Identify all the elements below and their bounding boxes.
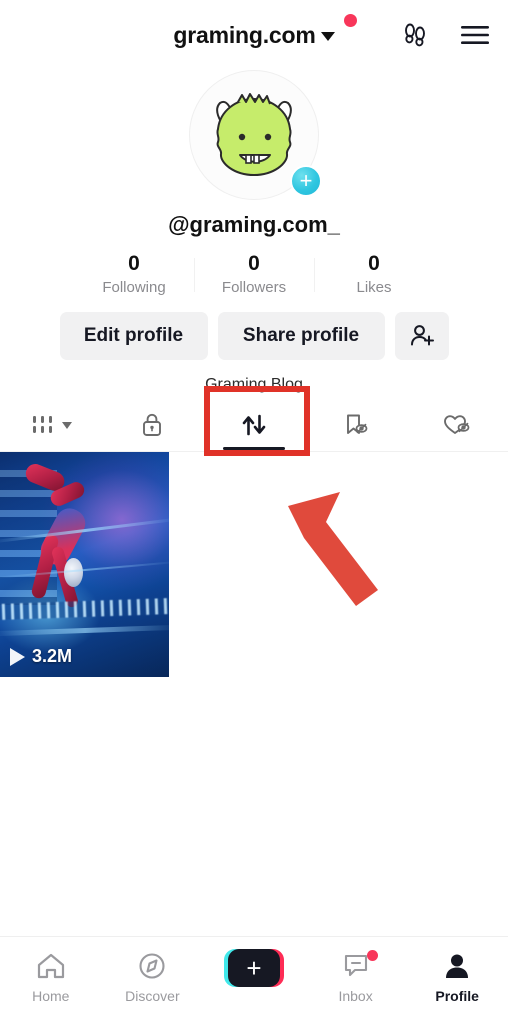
avatar[interactable]: +: [189, 70, 322, 200]
add-person-button[interactable]: [394, 312, 449, 360]
profile-tab-bar: [0, 386, 508, 456]
footprints-icon[interactable]: [400, 20, 430, 50]
play-count: 3.2M: [32, 646, 73, 666]
play-triangle-icon: [10, 647, 25, 666]
nav-item-home[interactable]: Home: [0, 949, 102, 1004]
video-subject: [23, 461, 112, 615]
tab-saved[interactable]: [305, 398, 407, 452]
edit-profile-button[interactable]: Edit profile: [59, 312, 208, 360]
stat-label: Likes: [356, 279, 392, 296]
nav-label: Profile: [435, 988, 479, 1004]
spiderman-video-thumbnail: [0, 452, 169, 677]
repost-arrows-icon: [242, 414, 266, 435]
bookmark-hidden-icon: [346, 414, 367, 434]
stat-value: 0: [368, 252, 380, 275]
header-actions: [400, 0, 490, 70]
stat-following[interactable]: 0 Following: [74, 252, 194, 296]
profile-stats: 0 Following 0 Followers 0 Likes: [0, 252, 508, 296]
avatar-section: +: [0, 70, 508, 200]
blog-annotation-label: Graming Blog: [205, 376, 303, 393]
video-grid: 3.2M: [0, 452, 508, 936]
hamburger-menu-icon[interactable]: [460, 23, 490, 47]
chevron-down-icon: [320, 32, 335, 41]
profile-actions: Edit profile Share profile: [0, 312, 508, 360]
username: @graming.com_: [168, 212, 340, 237]
nav-item-create[interactable]: +: [203, 949, 305, 987]
stat-value: 0: [128, 252, 140, 275]
nav-item-discover[interactable]: Discover: [102, 949, 204, 1004]
app-root: graming.com + @graming.com_ 0 Following …: [0, 0, 508, 1024]
bottom-navigation: Home Discover + Inbox Profile: [0, 936, 508, 1024]
stat-label: Following: [102, 279, 166, 296]
nav-item-profile[interactable]: Profile: [406, 949, 508, 1004]
tab-posts[interactable]: [0, 398, 102, 452]
nav-label: Inbox: [338, 988, 373, 1004]
stat-label: Followers: [221, 279, 287, 296]
stat-likes[interactable]: 0 Likes: [314, 252, 434, 296]
share-profile-button[interactable]: Share profile: [217, 312, 385, 360]
create-plus-label: +: [227, 949, 280, 987]
app-header: graming.com: [0, 0, 508, 70]
tab-private[interactable]: [102, 398, 204, 452]
lock-icon: [143, 413, 162, 436]
tab-liked[interactable]: [406, 398, 508, 452]
person-filled-icon: [446, 954, 469, 978]
active-tab-underline: [222, 446, 285, 450]
tab-reposts[interactable]: [203, 398, 305, 452]
heart-hidden-icon: [444, 414, 470, 434]
compass-icon: [139, 953, 165, 979]
create-plus-icon[interactable]: +: [223, 949, 284, 987]
stat-value: 0: [248, 252, 260, 275]
chevron-down-icon: [61, 422, 72, 429]
add-to-profile-badge[interactable]: +: [290, 165, 322, 197]
header-notification-dot: [343, 13, 357, 27]
add-person-icon: [410, 325, 434, 346]
home-icon: [37, 953, 64, 979]
grid-bars-icon: [32, 415, 52, 433]
nav-label: Discover: [125, 988, 180, 1004]
inbox-notification-dot: [366, 950, 378, 961]
video-play-count-overlay: 3.2M: [10, 646, 72, 667]
page-title: graming.com: [173, 21, 316, 48]
account-switcher[interactable]: graming.com: [173, 13, 357, 49]
stat-followers[interactable]: 0 Followers: [194, 252, 314, 296]
nav-item-inbox[interactable]: Inbox: [305, 949, 407, 1004]
grid-item[interactable]: 3.2M: [0, 452, 169, 677]
nav-label: Home: [32, 988, 70, 1004]
